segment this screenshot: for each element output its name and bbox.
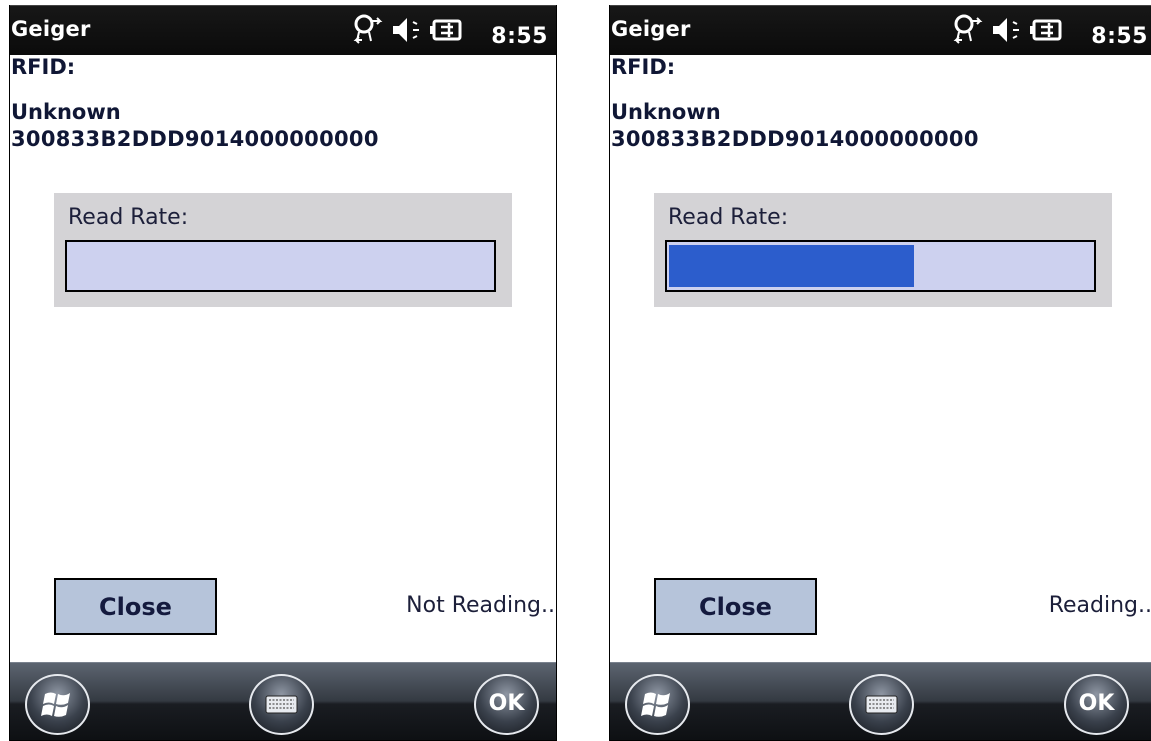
close-button[interactable]: Close xyxy=(54,578,217,635)
windows-start-icon xyxy=(641,692,670,717)
soft-key-bar: OK xyxy=(609,662,1151,741)
connectivity-icon[interactable] xyxy=(953,13,983,47)
reading-status: Not Reading... xyxy=(406,593,557,618)
soft-key-bar: OK xyxy=(9,662,557,741)
tag-name: Unknown xyxy=(11,100,121,124)
reading-status: Reading... xyxy=(1048,593,1151,618)
read-rate-label: Read Rate: xyxy=(668,205,789,230)
speaker-icon[interactable] xyxy=(991,13,1023,47)
ok-label: OK xyxy=(1078,691,1115,716)
battery-charging-icon[interactable] xyxy=(429,13,463,47)
read-rate-bar xyxy=(65,240,496,292)
ok-button[interactable]: OK xyxy=(474,674,539,735)
app-title: Geiger xyxy=(611,17,691,41)
title-bar: Geiger 8:55 xyxy=(9,5,557,55)
app-title: Geiger xyxy=(11,17,91,41)
clock: 8:55 xyxy=(491,24,548,49)
ok-button[interactable]: OK xyxy=(1064,674,1129,735)
device-screen-reading: Geiger 8:55 RFID: Unknown 300833B2DDD901… xyxy=(609,0,1151,741)
keyboard-icon xyxy=(265,695,298,714)
tag-name: Unknown xyxy=(611,100,721,124)
device-screen-not-reading: Geiger 8:55 RFID: Unknown 300833B2DDD901… xyxy=(9,0,557,741)
start-button[interactable] xyxy=(25,674,90,735)
read-rate-panel: Read Rate: xyxy=(54,193,512,307)
keyboard-button[interactable] xyxy=(849,674,914,735)
close-button[interactable]: Close xyxy=(654,578,817,635)
rfid-label: RFID: xyxy=(11,55,76,79)
keyboard-icon xyxy=(865,695,898,714)
ok-label: OK xyxy=(488,691,525,716)
connectivity-icon[interactable] xyxy=(353,13,383,47)
read-rate-fill xyxy=(669,245,914,287)
tag-id: 300833B2DDD9014000000000 xyxy=(11,127,379,151)
start-button[interactable] xyxy=(625,674,690,735)
title-bar: Geiger 8:55 xyxy=(609,5,1151,55)
read-rate-panel: Read Rate: xyxy=(654,193,1112,307)
clock: 8:55 xyxy=(1091,24,1148,49)
read-rate-bar xyxy=(665,240,1096,292)
keyboard-button[interactable] xyxy=(249,674,314,735)
tag-id: 300833B2DDD9014000000000 xyxy=(611,127,979,151)
windows-start-icon xyxy=(41,692,70,717)
read-rate-label: Read Rate: xyxy=(68,205,189,230)
rfid-label: RFID: xyxy=(611,55,676,79)
battery-charging-icon[interactable] xyxy=(1029,13,1063,47)
speaker-icon[interactable] xyxy=(391,13,423,47)
